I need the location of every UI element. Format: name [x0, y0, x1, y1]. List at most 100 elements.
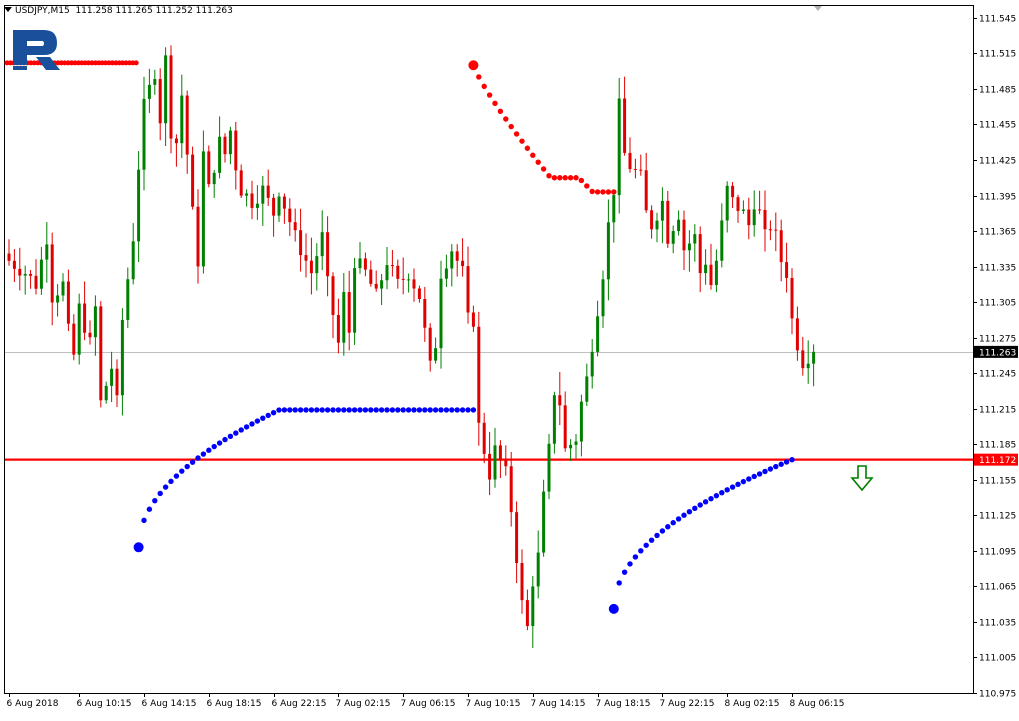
resistance-dot-start	[468, 60, 479, 71]
support-dot	[335, 407, 342, 413]
candle-body	[525, 600, 529, 627]
candle-body	[682, 219, 686, 251]
candle-body	[736, 197, 740, 211]
candle-body	[574, 441, 578, 445]
menu-triangle-icon[interactable]	[4, 7, 12, 12]
candle-body	[385, 265, 389, 281]
support-dot	[713, 492, 720, 499]
support-dot	[783, 459, 790, 465]
candle-body	[18, 268, 22, 276]
candle-body	[650, 210, 654, 230]
resistance-dot	[524, 145, 531, 151]
support-dot	[292, 407, 298, 413]
resistance-dot	[481, 83, 487, 90]
current-price-label: 111.263	[979, 348, 1016, 358]
candle-body	[725, 185, 729, 221]
candle-body	[115, 368, 119, 396]
support-dot	[276, 407, 282, 413]
support-dot	[470, 407, 477, 413]
price-tick-label: 111.305	[979, 299, 1016, 309]
candle-body	[547, 443, 551, 492]
support-dot	[238, 427, 244, 433]
price-chart[interactable]: 111.545 111.515 111.485 111.455 111.425 111.3…	[0, 0, 1019, 716]
candle-body	[131, 241, 135, 280]
candle-body	[353, 268, 357, 333]
support-dot	[173, 473, 180, 479]
candle-body	[720, 220, 724, 261]
candle-body	[412, 279, 416, 289]
resistance-dot	[497, 108, 504, 114]
candle-body	[482, 422, 486, 454]
resistance-dot	[557, 175, 563, 181]
support-dot	[400, 407, 406, 413]
resistance-dot	[605, 189, 612, 195]
candle-body	[439, 278, 443, 349]
price-tick-label: 111.215	[979, 406, 1016, 416]
time-tick-label: 6 Aug 22:15	[272, 699, 327, 709]
candle-body	[801, 350, 805, 369]
candle-body	[407, 279, 411, 281]
candle-body	[785, 262, 789, 278]
chart-window[interactable]: 111.545 111.515 111.485 111.455 111.425 111.3…	[0, 0, 1019, 716]
support-dot	[665, 524, 671, 530]
support-dot	[692, 505, 698, 511]
candle-body	[428, 327, 432, 361]
support-dot	[632, 554, 639, 560]
candle-body	[358, 258, 362, 269]
support-dot-start	[133, 542, 144, 553]
candle-body	[61, 281, 65, 296]
candle-body	[698, 234, 702, 274]
chart-header: USDJPY,M15 111.258 111.265 111.252 111.2…	[4, 6, 233, 16]
price-tick-label: 111.035	[979, 619, 1016, 629]
candle-body	[671, 231, 675, 244]
price-tick-label: 111.125	[979, 512, 1016, 522]
candle-body	[169, 55, 173, 139]
candle-body	[277, 196, 281, 216]
candle-body	[579, 401, 583, 442]
support-dot	[648, 537, 655, 543]
support-dot	[670, 520, 676, 526]
support-dot	[184, 463, 190, 470]
support-dot	[459, 407, 466, 413]
support-dot	[395, 407, 401, 413]
candle-body	[423, 299, 427, 328]
candle-body	[768, 229, 772, 231]
candle-body	[498, 445, 502, 461]
price-tick-label: 110.975	[979, 690, 1016, 700]
support-dot	[762, 468, 768, 475]
support-dot	[233, 430, 239, 436]
support-dot	[384, 407, 390, 413]
resistance-dot	[133, 60, 139, 66]
price-tick-label: 111.365	[979, 228, 1016, 238]
support-dot	[168, 478, 174, 485]
support-dot	[746, 476, 752, 482]
candle-body	[806, 363, 810, 369]
candle-body	[731, 185, 735, 198]
time-tick-label: 7 Aug 22:15	[660, 699, 715, 709]
candle-body	[714, 260, 718, 286]
candle-body	[401, 278, 405, 280]
candle-body	[552, 395, 556, 444]
candle-body	[39, 259, 43, 289]
support-dot-start	[608, 603, 619, 614]
support-dot	[216, 440, 223, 446]
candle-body	[245, 193, 249, 196]
support-dot	[324, 407, 331, 413]
candle-body	[309, 260, 313, 274]
support-dot	[141, 517, 147, 524]
support-dot	[767, 466, 774, 472]
price-tick-label: 111.065	[979, 583, 1016, 593]
candle-body	[180, 95, 184, 144]
candle-body	[93, 306, 97, 338]
resistance-dot	[551, 175, 558, 181]
support-dot	[708, 495, 714, 502]
candle-body	[56, 295, 60, 303]
candle-body	[72, 323, 76, 355]
candle-body	[536, 552, 540, 587]
candle-body	[612, 195, 616, 223]
candle-body	[666, 200, 670, 244]
candle-body	[299, 230, 303, 256]
support-dot	[373, 407, 379, 413]
support-dot	[314, 407, 320, 413]
candle-body	[380, 280, 384, 289]
